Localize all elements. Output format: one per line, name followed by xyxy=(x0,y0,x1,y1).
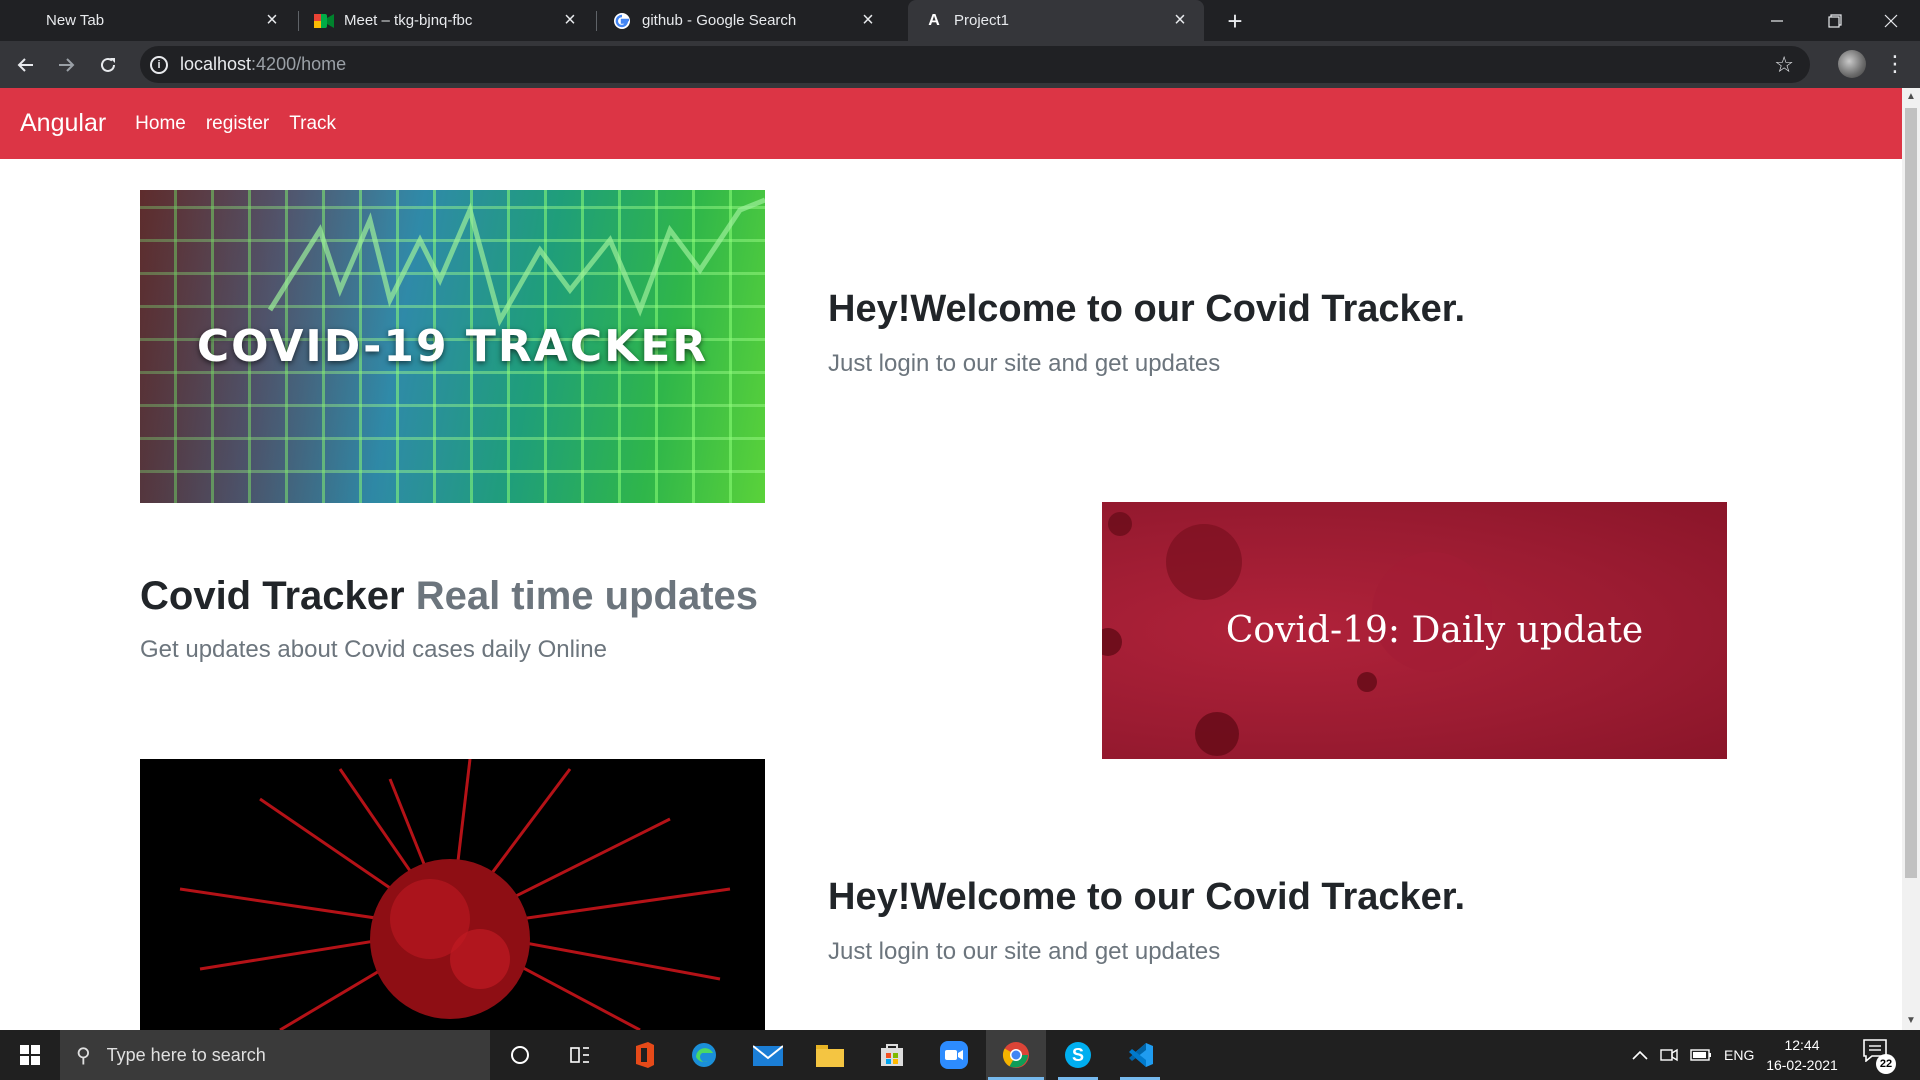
url-host: localhost xyxy=(180,54,252,74)
meet-now-icon[interactable] xyxy=(1660,1030,1678,1080)
tab-title: Project1 xyxy=(954,12,1010,29)
page-viewport: Angular Home register Track COVID-19 TRA… xyxy=(0,88,1902,1030)
new-tab-button[interactable]: + xyxy=(1220,6,1250,36)
tab-title: github - Google Search xyxy=(642,12,797,29)
tab-project1[interactable]: A Project1 × xyxy=(908,0,1204,41)
covid-tracker-banner-image: COVID-19 TRACKER xyxy=(140,190,765,503)
back-button[interactable] xyxy=(10,49,42,81)
blank-tab-icon xyxy=(16,11,36,31)
store-icon[interactable] xyxy=(862,1030,922,1080)
profile-avatar[interactable] xyxy=(1838,50,1866,78)
page-scrollbar[interactable]: ▲ ▼ xyxy=(1902,88,1920,1030)
daily-update-text: Covid-19: Daily update xyxy=(1225,610,1644,651)
welcome-heading-repeat: Hey!Welcome to our Covid Tracker. xyxy=(828,876,1466,918)
reload-button[interactable] xyxy=(92,49,124,81)
battery-icon[interactable] xyxy=(1690,1030,1712,1080)
realtime-heading: Covid Tracker Real time updates xyxy=(140,574,758,619)
minimize-button[interactable] xyxy=(1748,0,1806,41)
svg-text:S: S xyxy=(1072,1045,1084,1065)
url-path: :4200/home xyxy=(251,54,347,74)
site-navbar: Angular Home register Track xyxy=(0,88,1902,159)
nav-link-track[interactable]: Track xyxy=(289,113,336,135)
welcome-lead: Just login to our site and get updates xyxy=(828,350,1221,377)
chrome-icon[interactable] xyxy=(986,1030,1046,1080)
google-meet-icon xyxy=(314,11,334,31)
banner-text: COVID-19 TRACKER xyxy=(196,321,709,372)
tab-meet[interactable]: Meet – tkg-bjnq-fbc × xyxy=(298,0,594,41)
tab-google-search[interactable]: github - Google Search × xyxy=(596,0,892,41)
site-info-icon[interactable]: i xyxy=(150,55,168,74)
file-explorer-icon[interactable] xyxy=(800,1030,860,1080)
angular-icon: A xyxy=(928,11,940,29)
windows-start-icon[interactable] xyxy=(0,1030,60,1080)
realtime-heading-muted: Real time updates xyxy=(415,574,759,618)
edge-icon[interactable] xyxy=(674,1030,734,1080)
browser-toolbar: i localhost:4200/home ☆ xyxy=(0,41,1920,88)
scrollbar-thumb[interactable] xyxy=(1905,108,1917,878)
clock-date: 16-02-2021 xyxy=(1766,1057,1838,1073)
skype-icon[interactable]: S xyxy=(1048,1030,1108,1080)
url-text: localhost:4200/home xyxy=(180,54,346,75)
tab-title: Meet – tkg-bjnq-fbc xyxy=(344,12,473,29)
tab-strip: New Tab × Meet – tkg-bjnq-fbc × github -… xyxy=(0,0,1920,41)
welcome-heading: Hey!Welcome to our Covid Tracker. xyxy=(828,288,1466,330)
address-bar[interactable]: i localhost:4200/home ☆ xyxy=(140,46,1810,83)
nav-link-home[interactable]: Home xyxy=(135,113,186,135)
navbar-brand[interactable]: Angular xyxy=(20,109,106,138)
language-indicator[interactable]: ENG xyxy=(1724,1030,1754,1080)
close-tab-icon[interactable]: × xyxy=(856,9,880,33)
zoom-icon[interactable] xyxy=(924,1030,984,1080)
scroll-down-icon[interactable]: ▼ xyxy=(1902,1012,1920,1030)
coronavirus-graphic xyxy=(179,759,731,1030)
close-tab-icon[interactable]: × xyxy=(558,9,582,33)
close-tab-icon[interactable]: × xyxy=(260,9,284,33)
realtime-lead: Get updates about Covid cases daily Onli… xyxy=(140,636,607,663)
restore-button[interactable] xyxy=(1806,0,1864,41)
scroll-up-icon[interactable]: ▲ xyxy=(1902,88,1920,106)
windows-taskbar: ⚲ Type here to search S ENG 12:44 16-02-… xyxy=(0,1030,1920,1080)
tab-new-tab[interactable]: New Tab × xyxy=(0,0,296,41)
forward-button[interactable] xyxy=(50,49,82,81)
welcome-lead-repeat: Just login to our site and get updates xyxy=(828,938,1221,965)
search-icon: ⚲ xyxy=(76,1044,91,1067)
notification-count-badge: 22 xyxy=(1876,1054,1896,1074)
nav-link-register[interactable]: register xyxy=(206,113,269,135)
clock-time: 12:44 xyxy=(1784,1037,1820,1053)
close-tab-icon[interactable]: × xyxy=(1168,9,1192,33)
daily-update-image: Covid-19: Daily update xyxy=(1102,502,1727,759)
vscode-icon[interactable] xyxy=(1110,1030,1170,1080)
coronavirus-image xyxy=(140,759,765,1030)
mail-icon[interactable] xyxy=(738,1030,798,1080)
google-icon xyxy=(612,11,632,31)
task-view-icon[interactable] xyxy=(550,1030,610,1080)
office-icon[interactable] xyxy=(614,1030,674,1080)
chrome-menu-icon[interactable]: ⋮ xyxy=(1884,50,1906,78)
show-hidden-icons-icon[interactable] xyxy=(1632,1030,1648,1080)
close-window-button[interactable] xyxy=(1862,0,1920,41)
search-placeholder: Type here to search xyxy=(106,1044,266,1065)
cortana-icon[interactable] xyxy=(490,1030,550,1080)
taskbar-search-box[interactable]: ⚲ Type here to search xyxy=(60,1030,490,1080)
tab-title: New Tab xyxy=(46,12,105,29)
realtime-heading-main: Covid Tracker xyxy=(140,574,405,618)
system-clock[interactable]: 12:44 16-02-2021 xyxy=(1762,1030,1842,1080)
notification-center-icon[interactable]: 22 xyxy=(1862,1038,1896,1074)
bookmark-star-icon[interactable]: ☆ xyxy=(1774,52,1794,78)
